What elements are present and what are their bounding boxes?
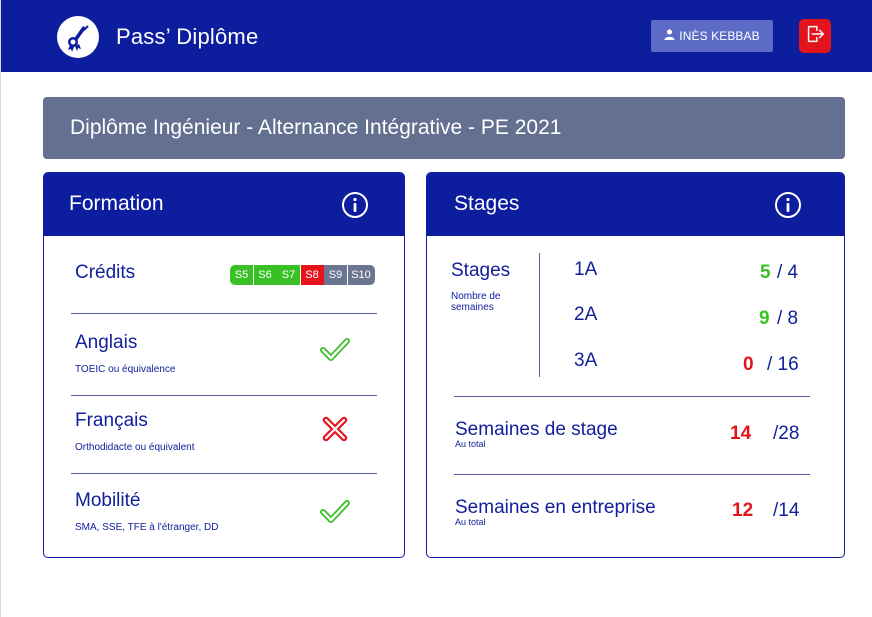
mobility-requirement: SMA, SSE, TFE à l'étranger, DD <box>75 522 219 533</box>
app-title: Pass’ Diplôme <box>116 24 259 49</box>
formation-card-header: Formation <box>44 173 404 236</box>
divider <box>71 395 377 396</box>
formation-title: Formation <box>69 192 164 215</box>
semester-credits: S5 S6 S7 S8 S9 S10 <box>230 265 375 285</box>
company-weeks-total: /14 <box>773 500 800 521</box>
program-banner: Diplôme Ingénieur - Alternance Intégrati… <box>43 97 845 159</box>
diploma-icon[interactable] <box>57 16 99 58</box>
stages-block-sub: Nombre de semaines <box>451 291 501 313</box>
french-requirement: Orthodidacte ou équivalent <box>75 442 195 453</box>
stage-3a-total: / 16 <box>767 354 799 375</box>
vertical-divider <box>539 253 540 377</box>
stage-3a-done: 0 <box>743 354 754 375</box>
stage-year-2a: 2A <box>574 304 598 325</box>
stages-card-header: Stages <box>427 173 844 236</box>
stages-block-label: Stages <box>451 260 511 281</box>
divider <box>454 474 810 475</box>
stage-2a-done: 9 <box>759 308 770 329</box>
user-icon <box>664 29 675 43</box>
divider <box>71 473 377 474</box>
company-weeks-sub: Au total <box>455 517 486 527</box>
mobility-label: Mobilité <box>75 490 141 511</box>
credits-label: Crédits <box>75 262 136 283</box>
user-name: INÈS KEBBAB <box>679 29 760 43</box>
check-icon <box>320 335 350 365</box>
company-weeks-done: 12 <box>732 500 754 521</box>
program-title: Diplôme Ingénieur - Alternance Intégrati… <box>70 116 562 139</box>
divider <box>454 396 810 397</box>
formation-card: Formation Crédits S5 S6 S7 S8 S9 S10 Ang… <box>43 172 405 558</box>
internship-weeks-label: Semaines de stage <box>455 419 618 440</box>
semester-chip-s5[interactable]: S5 <box>230 265 253 285</box>
info-icon[interactable] <box>341 191 369 219</box>
logout-button[interactable] <box>799 19 831 53</box>
stage-year-3a: 3A <box>574 350 598 371</box>
top-bar: Pass’ Diplôme INÈS KEBBAB <box>1 0 872 72</box>
semester-chip-s10[interactable]: S10 <box>347 265 375 285</box>
info-icon[interactable] <box>774 191 802 219</box>
semester-chip-s8[interactable]: S8 <box>300 265 324 285</box>
stage-1a-total: / 4 <box>777 262 799 283</box>
semester-chip-s6[interactable]: S6 <box>253 265 277 285</box>
french-label: Français <box>75 410 148 431</box>
stages-card: Stages Stages Nombre de semaines 1A 5 / … <box>426 172 845 558</box>
internship-weeks-total: /28 <box>773 423 800 444</box>
semester-chip-s7[interactable]: S7 <box>277 265 300 285</box>
cross-icon <box>322 416 352 446</box>
logout-icon <box>804 23 826 50</box>
stage-year-1a: 1A <box>574 259 598 280</box>
user-account-button[interactable]: INÈS KEBBAB <box>651 20 773 52</box>
english-requirement: TOEIC ou équivalence <box>75 364 176 375</box>
divider <box>71 313 377 314</box>
stage-1a-done: 5 <box>760 262 771 283</box>
company-weeks-label: Semaines en entreprise <box>455 497 656 518</box>
stages-title: Stages <box>454 192 520 215</box>
check-icon <box>320 497 350 527</box>
stage-2a-total: / 8 <box>777 308 799 329</box>
internship-weeks-sub: Au total <box>455 439 486 449</box>
internship-weeks-done: 14 <box>730 423 752 444</box>
semester-chip-s9[interactable]: S9 <box>324 265 347 285</box>
english-label: Anglais <box>75 332 138 353</box>
